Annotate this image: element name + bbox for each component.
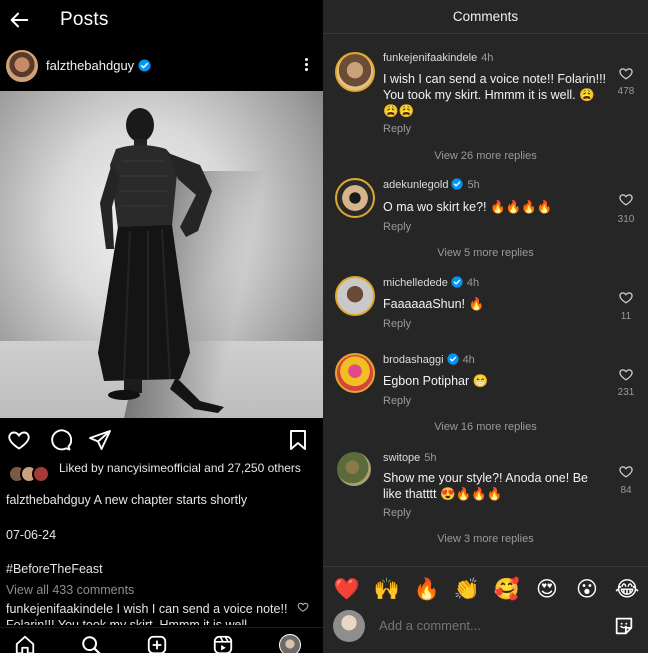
caption-date: 07-06-24: [6, 528, 57, 542]
caption-username[interactable]: falzthebahdguy: [6, 493, 91, 507]
verified-badge-icon: [451, 178, 464, 190]
reply-button[interactable]: Reply: [383, 221, 411, 233]
view-more-replies[interactable]: View 5 more replies: [323, 247, 648, 259]
heart-icon[interactable]: [618, 464, 634, 479]
heart-icon[interactable]: [297, 601, 309, 613]
reply-button[interactable]: Reply: [383, 318, 411, 330]
comment-avatar[interactable]: [335, 276, 375, 316]
post-image[interactable]: [0, 91, 323, 418]
comment-avatar[interactable]: [335, 52, 375, 92]
view-more-replies[interactable]: View 26 more replies: [323, 150, 648, 162]
heart-icon[interactable]: [618, 290, 634, 305]
comment-username[interactable]: brodashaggi 4h: [383, 353, 475, 366]
bottom-nav: [0, 627, 323, 653]
comment-username[interactable]: funkejenifaakindele 4h: [383, 52, 493, 64]
post-top-bar: Posts: [0, 0, 323, 40]
create-icon[interactable]: [146, 634, 168, 653]
post-panel: Posts falzthebahdguy Liked by nancyisime…: [0, 0, 323, 653]
comments-header: Comments: [323, 0, 648, 34]
liked-by-row[interactable]: Liked by nancyisimeofficial and 27,250 o…: [0, 459, 323, 491]
back-arrow-icon[interactable]: [8, 9, 30, 31]
verified-badge-icon: [451, 276, 463, 288]
comment-text: O ma wo skirt ke?! 🔥🔥🔥🔥: [383, 200, 553, 214]
post-actions: [0, 424, 323, 456]
add-comment-bar: [323, 606, 648, 653]
view-more-replies[interactable]: View 3 more replies: [323, 533, 648, 545]
heart-icon[interactable]: [7, 428, 31, 452]
verified-badge-icon: [446, 353, 459, 365]
emoji-heart[interactable]: ❤️: [333, 575, 361, 603]
like-count: 231: [617, 387, 635, 398]
caption-hashtag[interactable]: #BeforeTheFeast: [6, 562, 103, 576]
emoji-fire[interactable]: 🔥: [413, 575, 441, 603]
reply-button[interactable]: Reply: [383, 507, 411, 519]
verified-badge-icon: [138, 59, 151, 72]
heart-icon[interactable]: [618, 192, 634, 207]
like-count: 310: [617, 214, 635, 225]
author-avatar[interactable]: [6, 50, 38, 82]
comments-panel: Comments funkejenifaakindele 4h I wish I …: [323, 0, 648, 653]
author-name[interactable]: falzthebahdguy: [46, 58, 151, 73]
preview-comment: funkejenifaakindele I wish I can send a …: [6, 602, 288, 625]
comment-text: I wish I can send a voice note!! Folarin…: [383, 72, 607, 118]
emoji-clap[interactable]: 👏: [453, 575, 481, 603]
comment-username[interactable]: switope 5h: [383, 452, 437, 464]
like-count: 478: [617, 86, 635, 97]
comment-username[interactable]: adekunlegold 5h: [383, 178, 480, 191]
profile-avatar[interactable]: [279, 634, 301, 653]
comment-text: Egbon Potiphar 😁: [383, 374, 489, 388]
reels-icon[interactable]: [212, 634, 234, 653]
liked-by-text: Liked by nancyisimeofficial and 27,250 o…: [59, 461, 301, 475]
emoji-raised-hands[interactable]: 🙌: [373, 575, 401, 603]
emoji-quick-bar: ❤️ 🙌 🔥 👏 🥰 😍 😮 😂: [323, 566, 648, 606]
view-more-replies[interactable]: View 16 more replies: [323, 421, 648, 433]
reply-button[interactable]: Reply: [383, 395, 411, 407]
comment-avatar[interactable]: [335, 178, 375, 218]
post-caption: falzthebahdguy A new chapter starts shor…: [6, 493, 316, 507]
post-image-figure: [98, 108, 224, 413]
view-all-comments-link[interactable]: View all 433 comments: [6, 583, 134, 597]
search-icon[interactable]: [80, 634, 102, 653]
comment-avatar[interactable]: [335, 353, 375, 393]
emoji-tears-of-joy[interactable]: 😂: [613, 575, 641, 603]
reply-button[interactable]: Reply: [383, 123, 411, 135]
comment-username[interactable]: michelledede 4h: [383, 276, 479, 289]
comments-title: Comments: [452, 9, 519, 24]
comment-icon[interactable]: [48, 428, 72, 452]
caption-text: A new chapter starts shortly: [90, 493, 248, 507]
page-title: Posts: [60, 9, 109, 30]
heart-icon[interactable]: [618, 367, 634, 382]
post-author-row: falzthebahdguy: [0, 48, 323, 86]
kebab-menu-icon[interactable]: [303, 56, 309, 76]
emoji-open-mouth[interactable]: 😮: [573, 575, 601, 603]
sticker-icon[interactable]: [613, 615, 635, 637]
liked-by-avatars: [8, 465, 56, 483]
like-count: 11: [620, 311, 632, 322]
heart-icon[interactable]: [618, 66, 634, 81]
emoji-smiling-hearts[interactable]: 🥰: [493, 575, 521, 603]
share-icon[interactable]: [88, 428, 112, 452]
emoji-heart-eyes[interactable]: 😍: [533, 575, 561, 603]
comment-text: FaaaaaaShun! 🔥: [383, 297, 485, 311]
bookmark-icon[interactable]: [286, 428, 310, 452]
current-user-avatar: [333, 610, 365, 642]
like-count: 84: [620, 485, 632, 496]
comment-avatar[interactable]: [337, 452, 371, 486]
home-icon[interactable]: [14, 634, 36, 653]
comment-text: Show me your style?! Anoda one! Be like …: [383, 471, 588, 501]
comment-input[interactable]: [379, 618, 599, 633]
